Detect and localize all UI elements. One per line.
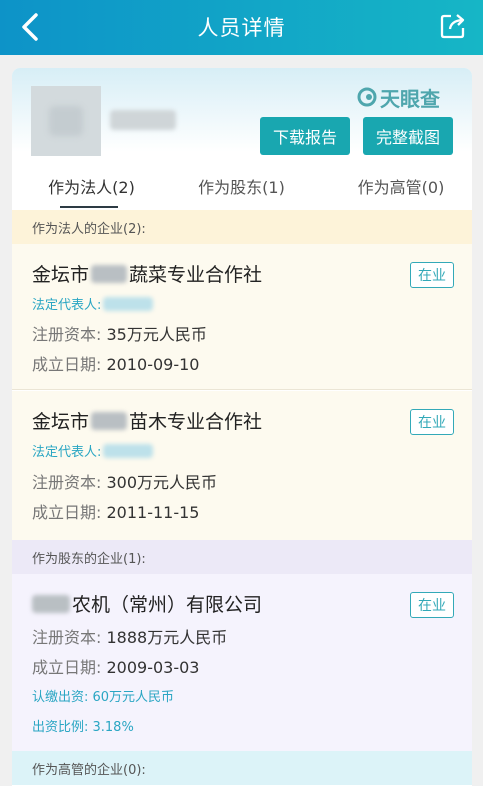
- legal-rep-label: 法定代表人:: [32, 298, 102, 313]
- tab-legal-person[interactable]: 作为法人(2): [34, 174, 149, 198]
- nav-bar: 人员详情: [0, 0, 483, 55]
- subscribed-capital: 认缴出资: 60万元人民币: [32, 690, 175, 705]
- capital-label: 注册资本:: [32, 325, 102, 344]
- person-card: 天眼查 下载报告 完整截图 作为法人(2) 作为股东(1) 作为高管(0) 作为…: [12, 68, 472, 786]
- date-label: 成立日期:: [32, 503, 102, 522]
- full-screenshot-button[interactable]: 完整截图: [363, 117, 453, 155]
- capital-value: 35万元人民币: [106, 325, 207, 344]
- founded-date: 成立日期: 2009-03-03: [32, 654, 199, 678]
- date-value: 2010-09-10: [106, 355, 200, 374]
- date-value: 2009-03-03: [106, 658, 200, 677]
- tab-executive[interactable]: 作为高管(0): [342, 174, 460, 198]
- date-value: 2011-11-15: [106, 503, 200, 522]
- founded-date: 成立日期: 2011-11-15: [32, 499, 199, 523]
- person-name-redacted: [110, 110, 176, 130]
- legal-rep-line[interactable]: 法定代表人:: [32, 294, 155, 313]
- role-tabs: 作为法人(2) 作为股东(1) 作为高管(0): [12, 168, 472, 210]
- capital-label: 注册资本:: [32, 628, 102, 647]
- status-badge: 在业: [410, 592, 454, 618]
- founded-date: 成立日期: 2010-09-10: [32, 351, 199, 375]
- active-tab-indicator: [60, 206, 118, 208]
- company-name-suffix: 蔬菜专业合作社: [129, 264, 263, 286]
- capital-value: 300万元人民币: [106, 473, 218, 492]
- section-executive-header: 作为高管的企业(0):: [12, 751, 472, 785]
- capital-value: 1888万元人民币: [106, 628, 228, 647]
- redacted-text: [32, 594, 70, 613]
- company-name: 农机（常州）有限公司: [32, 590, 262, 617]
- avatar: [31, 86, 101, 156]
- redacted-text: [103, 296, 154, 311]
- share-icon[interactable]: [439, 12, 467, 40]
- list-item[interactable]: 农机（常州）有限公司 在业 注册资本: 1888万元人民币 成立日期: 2009…: [12, 574, 472, 751]
- tab-shareholder[interactable]: 作为股东(1): [184, 174, 299, 198]
- redacted-text: [103, 443, 154, 458]
- legal-rep-line[interactable]: 法定代表人:: [32, 441, 155, 460]
- company-name-suffix: 农机（常州）有限公司: [72, 594, 263, 616]
- capital-label: 注册资本:: [32, 473, 102, 492]
- page-title: 人员详情: [197, 16, 286, 40]
- brand-name: 天眼查: [380, 86, 440, 111]
- date-label: 成立日期:: [32, 355, 102, 374]
- registered-capital: 注册资本: 300万元人民币: [32, 469, 217, 493]
- redacted-text: [91, 264, 128, 283]
- redacted-text: [91, 411, 128, 430]
- list-item[interactable]: 金坛市 苗木专业合作社 在业 法定代表人: 注册资本: 300万元人民币 成立日…: [12, 391, 472, 540]
- company-name-suffix: 苗木专业合作社: [129, 411, 263, 433]
- company-name: 金坛市 蔬菜专业合作社: [32, 260, 262, 287]
- registered-capital: 注册资本: 1888万元人民币: [32, 624, 227, 648]
- company-name: 金坛市 苗木专业合作社: [32, 407, 262, 434]
- company-name-prefix: 金坛市: [32, 264, 90, 286]
- section-shareholder-header: 作为股东的企业(1):: [12, 540, 472, 574]
- date-label: 成立日期:: [32, 658, 102, 677]
- download-report-button[interactable]: 下载报告: [260, 117, 350, 155]
- list-item[interactable]: 金坛市 蔬菜专业合作社 在业 法定代表人: 注册资本: 35万元人民币 成立日期…: [12, 244, 472, 390]
- investment-ratio: 出资比例: 3.18%: [32, 720, 134, 735]
- status-badge: 在业: [410, 262, 454, 288]
- brand-logo: 天眼查: [357, 84, 457, 111]
- company-name-prefix: 金坛市: [32, 411, 90, 433]
- status-badge: 在业: [410, 409, 454, 435]
- tianyancha-logo-icon: [357, 87, 377, 107]
- legal-rep-label: 法定代表人:: [32, 445, 102, 460]
- registered-capital: 注册资本: 35万元人民币: [32, 321, 207, 345]
- section-legal-header: 作为法人的企业(2):: [12, 210, 472, 244]
